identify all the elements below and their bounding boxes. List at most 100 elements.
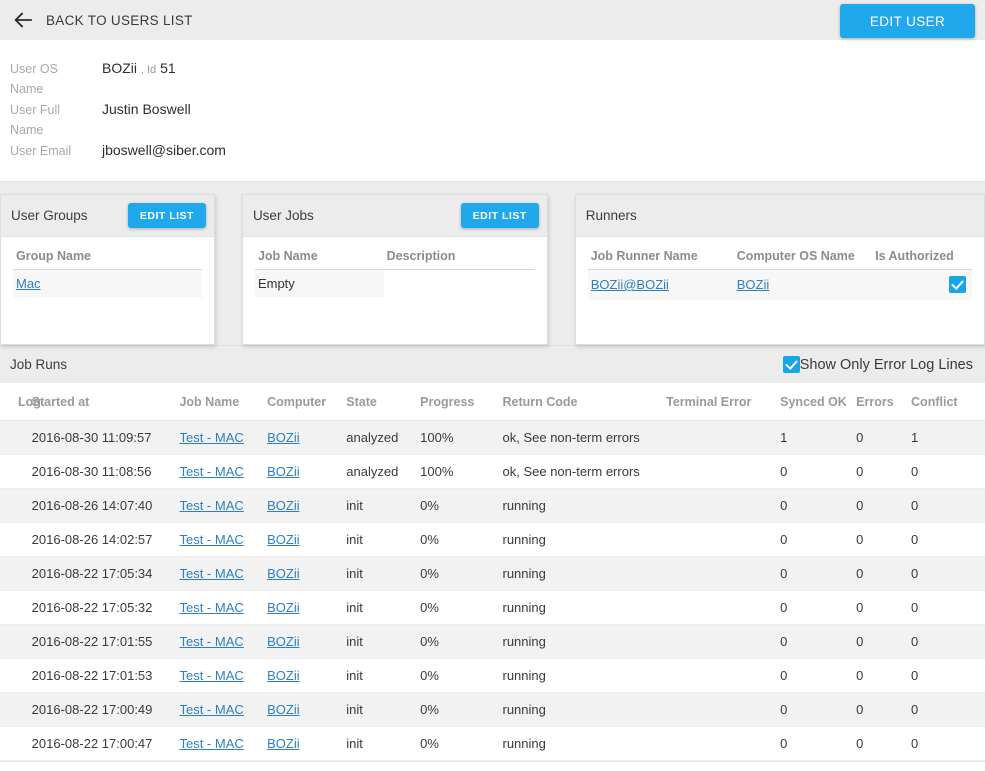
return-code-cell: ok, See non-term errors — [503, 455, 667, 489]
job-runs-footer: Show 10 entries ‹ 1 2 › — [0, 761, 985, 771]
runners-title: Runners — [586, 208, 637, 223]
computer-cell: BOZii — [267, 455, 346, 489]
show-only-error-log-lines-checkbox[interactable] — [783, 356, 800, 373]
computer-cell: BOZii — [267, 557, 346, 591]
col-errors[interactable]: Errors — [856, 383, 911, 421]
log-cell — [0, 625, 32, 659]
job-name-link[interactable]: Test - MAC — [179, 668, 243, 683]
computer-link[interactable]: BOZii — [267, 566, 300, 581]
job-name-link[interactable]: Test - MAC — [179, 498, 243, 513]
group-link[interactable]: Mac — [16, 276, 41, 291]
synced-ok-cell: 0 — [780, 693, 856, 727]
job-description-cell — [384, 270, 535, 299]
conflict-cell: 0 — [911, 727, 985, 761]
started-at-cell: 2016-08-22 17:01:55 — [32, 625, 180, 659]
computer-link[interactable]: BOZii — [267, 464, 300, 479]
col-synced-ok[interactable]: Synced OK — [780, 383, 856, 421]
col-state[interactable]: State — [346, 383, 420, 421]
job-name-cell: Test - MAC — [179, 659, 267, 693]
computer-link[interactable]: BOZii — [267, 634, 300, 649]
computer-link[interactable]: BOZii — [267, 736, 300, 751]
col-progress[interactable]: Progress — [420, 383, 502, 421]
runner-link[interactable]: BOZii@BOZii — [591, 277, 669, 292]
return-code-cell: ok, See non-term errors — [503, 421, 667, 455]
user-jobs-card-body: Job Name Description Empty — [243, 237, 547, 344]
terminal-error-cell — [666, 591, 780, 625]
started-at-cell: 2016-08-22 17:00:47 — [32, 727, 180, 761]
table-row: 2016-08-30 11:09:57Test - MAC BOZii analyz… — [0, 421, 985, 455]
computer-cell: BOZii — [267, 727, 346, 761]
conflict-cell: 0 — [911, 557, 985, 591]
col-conflict[interactable]: Conflict — [911, 383, 985, 421]
col-terminal-error[interactable]: Terminal Error — [666, 383, 780, 421]
state-cell: init — [346, 591, 420, 625]
user-full-name-row: User Full Name Justin Boswell — [0, 99, 985, 140]
is-authorized-checkbox[interactable] — [949, 276, 966, 293]
col-return-code[interactable]: Return Code — [503, 383, 667, 421]
computer-link[interactable]: BOZii — [267, 498, 300, 513]
synced-ok-cell: 0 — [780, 625, 856, 659]
user-groups-title: User Groups — [11, 208, 88, 223]
arrow-left-icon — [12, 9, 34, 31]
computer-link[interactable]: BOZii — [267, 430, 300, 445]
show-only-error-log-lines-toggle[interactable]: Show Only Error Log Lines — [783, 356, 973, 373]
terminal-error-cell — [666, 523, 780, 557]
computer-link[interactable]: BOZii — [267, 702, 300, 717]
job-name-cell: Test - MAC — [179, 625, 267, 659]
job-name-link[interactable]: Test - MAC — [179, 702, 243, 717]
return-code-cell: running — [503, 591, 667, 625]
col-computer[interactable]: Computer — [267, 383, 346, 421]
job-name-link[interactable]: Test - MAC — [179, 532, 243, 547]
progress-cell: 0% — [420, 591, 502, 625]
job-name-cell: Test - MAC — [179, 727, 267, 761]
progress-cell: 0% — [420, 693, 502, 727]
runner-name-cell: BOZii@BOZii — [588, 270, 734, 301]
col-log[interactable]: Log — [0, 383, 32, 421]
table-row: 2016-08-22 17:01:53Test - MACBOZiiinit0%… — [0, 659, 985, 693]
edit-user-button[interactable]: EDIT USER — [840, 4, 975, 38]
terminal-error-cell — [666, 489, 780, 523]
table-row: 2016-08-22 17:05:32Test - MACBOZiiinit0%… — [0, 591, 985, 625]
started-at-cell: 2016-08-30 11:09:57 — [32, 421, 180, 455]
user-email-label: User Email — [0, 141, 92, 161]
started-at-cell: 2016-08-26 14:07:40 — [32, 489, 180, 523]
job-name-link[interactable]: Test - MAC — [179, 566, 243, 581]
job-name-link[interactable]: Test - MAC — [179, 634, 243, 649]
col-job-name[interactable]: Job Name — [179, 383, 267, 421]
job-name-link[interactable]: Test - MAC — [179, 464, 243, 479]
user-jobs-edit-list-button[interactable]: EDIT LIST — [461, 203, 539, 228]
started-at-cell: 2016-08-30 11:08:56 — [32, 455, 180, 489]
job-name-link[interactable]: Test - MAC — [179, 430, 243, 445]
errors-cell: 0 — [856, 455, 911, 489]
errors-cell: 0 — [856, 489, 911, 523]
state-cell: init — [346, 727, 420, 761]
state-cell: init — [346, 625, 420, 659]
conflict-cell: 0 — [911, 693, 985, 727]
progress-cell: 0% — [420, 659, 502, 693]
errors-cell: 0 — [856, 659, 911, 693]
conflict-cell: 0 — [911, 625, 985, 659]
state-cell: analyzed — [346, 455, 420, 489]
job-name-link[interactable]: Test - MAC — [179, 736, 243, 751]
state-cell: analyzed — [346, 421, 420, 455]
log-cell — [0, 693, 32, 727]
terminal-error-cell — [666, 455, 780, 489]
col-started-at[interactable]: Started at — [32, 383, 180, 421]
user-groups-edit-list-button[interactable]: EDIT LIST — [128, 203, 206, 228]
computer-link[interactable]: BOZii — [267, 532, 300, 547]
synced-ok-cell: 0 — [780, 523, 856, 557]
user-email-row: User Email jboswell@siber.com — [0, 140, 985, 161]
errors-cell: 0 — [856, 693, 911, 727]
started-at-cell: 2016-08-22 17:01:53 — [32, 659, 180, 693]
return-code-cell: running — [503, 727, 667, 761]
runners-card-body: Job Runner Name Computer OS Name Is Auth… — [576, 237, 984, 344]
back-to-users-list-link[interactable]: BACK TO USERS LIST — [0, 9, 193, 31]
computer-link[interactable]: BOZii — [267, 668, 300, 683]
table-header-row: Job Name Description — [255, 245, 535, 270]
terminal-error-cell — [666, 727, 780, 761]
log-cell — [0, 489, 32, 523]
errors-cell: 0 — [856, 591, 911, 625]
computer-link[interactable]: BOZii — [267, 600, 300, 615]
computer-link[interactable]: BOZii — [737, 277, 770, 292]
job-name-link[interactable]: Test - MAC — [179, 600, 243, 615]
